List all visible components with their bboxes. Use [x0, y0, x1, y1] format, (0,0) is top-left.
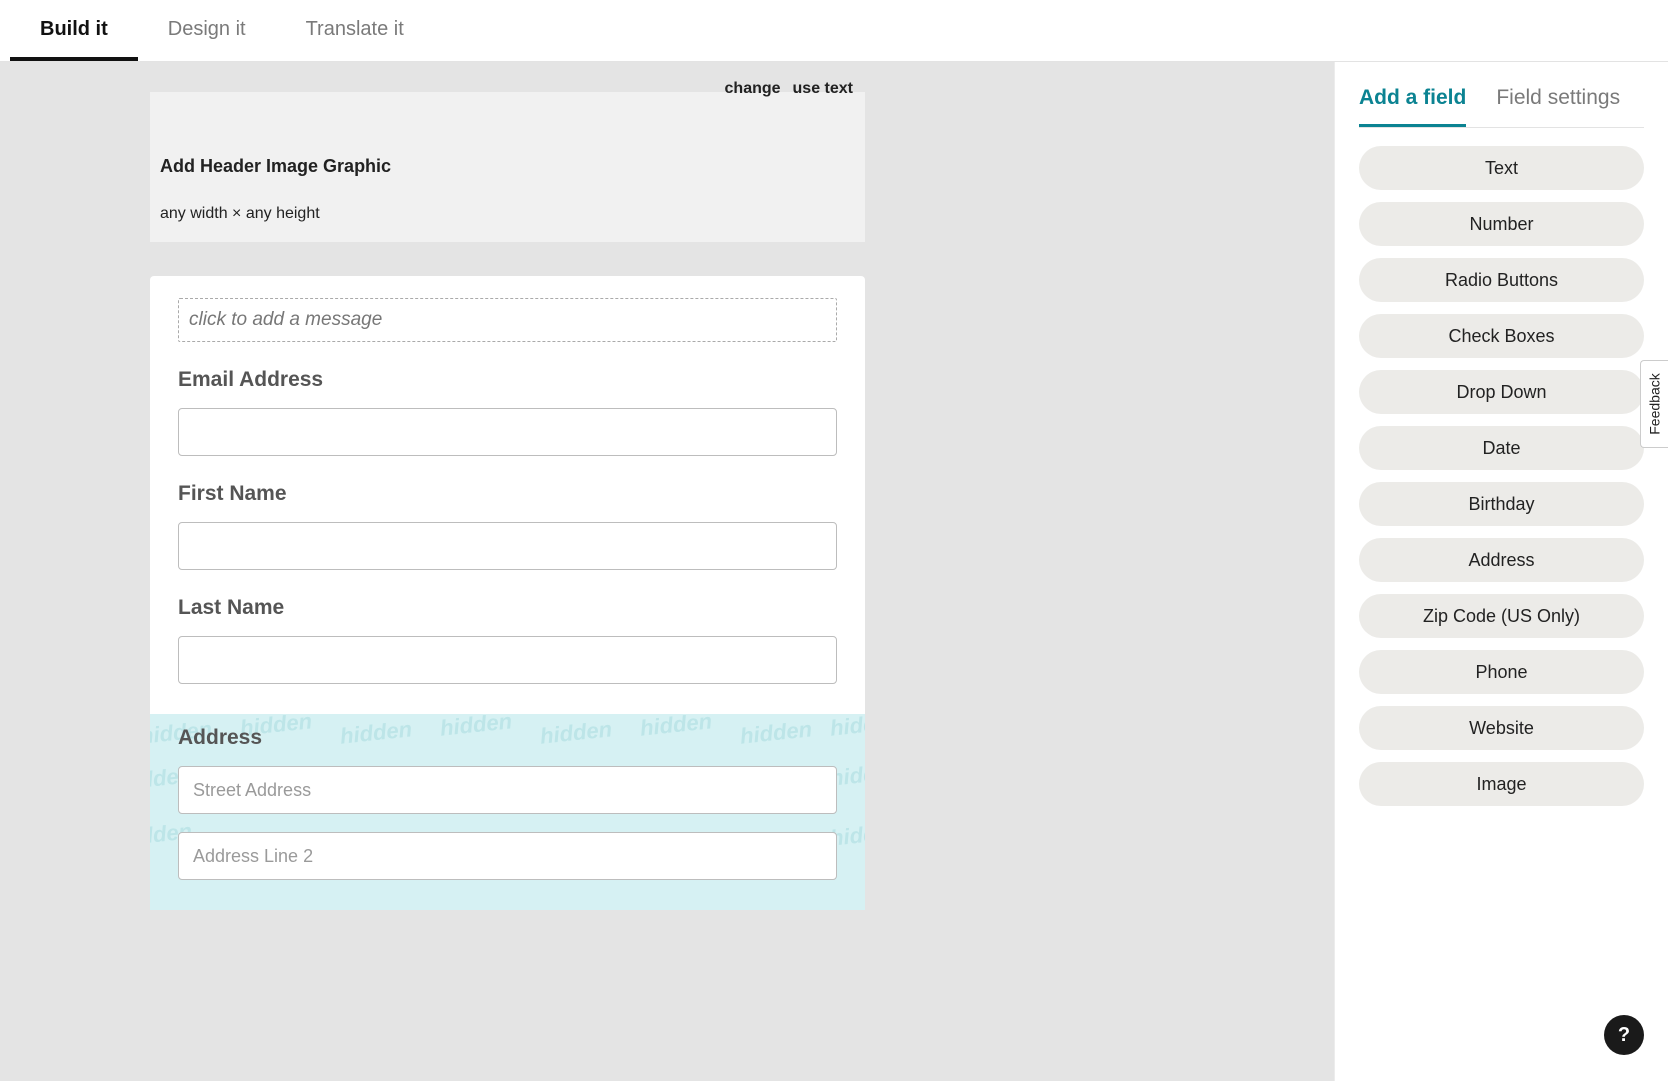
field-btn-phone[interactable]: Phone: [1359, 650, 1644, 694]
label-first-name: First Name: [178, 482, 837, 506]
tab-build[interactable]: Build it: [10, 0, 138, 61]
help-icon: ?: [1618, 1024, 1630, 1047]
header-image-controls: change use text: [713, 76, 865, 102]
main-area: change use text Add Header Image Graphic…: [0, 62, 1668, 1081]
sidebar-tab-field-settings[interactable]: Field settings: [1496, 86, 1620, 127]
address-section-hidden: hidden hidden hidden hidden hidden hidde…: [150, 714, 865, 910]
field-type-list: Text Number Radio Buttons Check Boxes Dr…: [1359, 146, 1644, 806]
sidebar-tabs: Add a field Field settings: [1359, 86, 1644, 128]
label-address: Address: [178, 726, 837, 750]
header-image-use-text[interactable]: use text: [793, 80, 853, 98]
message-placeholder[interactable]: click to add a message: [178, 298, 837, 342]
field-btn-date[interactable]: Date: [1359, 426, 1644, 470]
feedback-label: Feedback: [1647, 373, 1663, 434]
field-btn-birthday[interactable]: Birthday: [1359, 482, 1644, 526]
header-image-title: Add Header Image Graphic: [150, 92, 865, 177]
field-btn-address[interactable]: Address: [1359, 538, 1644, 582]
header-image-subtitle: any width × any height: [150, 177, 865, 223]
field-btn-number[interactable]: Number: [1359, 202, 1644, 246]
input-address-line2[interactable]: [178, 832, 837, 880]
canvas-inner: change use text Add Header Image Graphic…: [150, 92, 865, 910]
feedback-tab[interactable]: Feedback: [1640, 360, 1668, 448]
input-email[interactable]: [178, 408, 837, 456]
label-last-name: Last Name: [178, 596, 837, 620]
field-btn-zip[interactable]: Zip Code (US Only): [1359, 594, 1644, 638]
tab-translate[interactable]: Translate it: [276, 0, 434, 61]
input-first-name[interactable]: [178, 522, 837, 570]
field-btn-dropdown[interactable]: Drop Down: [1359, 370, 1644, 414]
field-btn-text[interactable]: Text: [1359, 146, 1644, 190]
field-btn-image[interactable]: Image: [1359, 762, 1644, 806]
tab-design[interactable]: Design it: [138, 0, 276, 61]
input-last-name[interactable]: [178, 636, 837, 684]
input-street-address[interactable]: [178, 766, 837, 814]
field-btn-checkbox[interactable]: Check Boxes: [1359, 314, 1644, 358]
label-email: Email Address: [178, 368, 837, 392]
sidebar: Add a field Field settings Text Number R…: [1334, 62, 1668, 1081]
form-canvas: change use text Add Header Image Graphic…: [0, 62, 1334, 1081]
header-image-box[interactable]: change use text Add Header Image Graphic…: [150, 92, 865, 242]
field-btn-radio[interactable]: Radio Buttons: [1359, 258, 1644, 302]
field-btn-website[interactable]: Website: [1359, 706, 1644, 750]
top-tabs: Build it Design it Translate it: [0, 0, 1668, 62]
help-button[interactable]: ?: [1604, 1015, 1644, 1055]
sidebar-tab-add-field[interactable]: Add a field: [1359, 86, 1466, 127]
header-image-change[interactable]: change: [725, 80, 781, 98]
form-card: click to add a message Email Address Fir…: [150, 276, 865, 910]
